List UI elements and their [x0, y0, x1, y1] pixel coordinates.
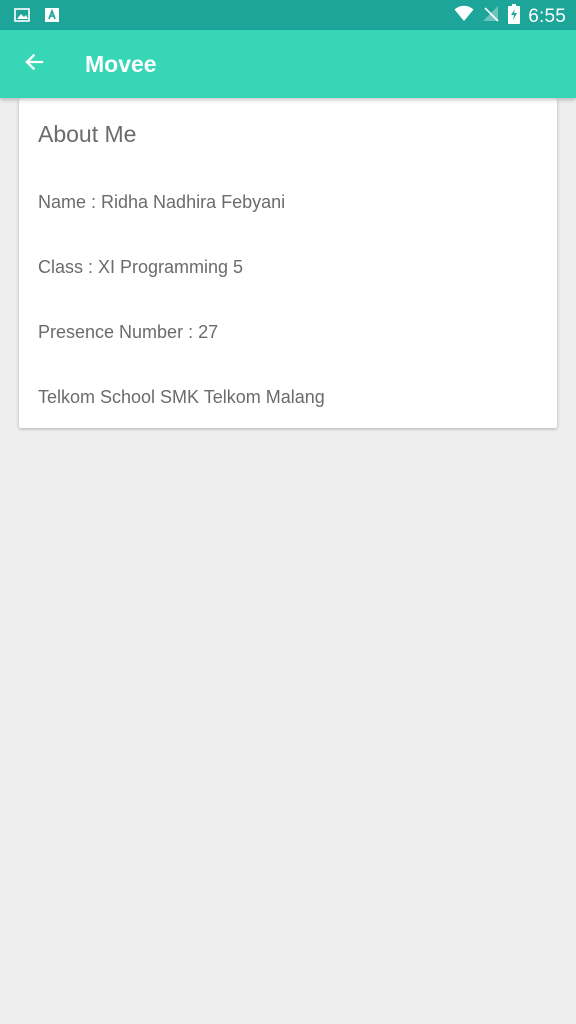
status-bar: 6:55 [0, 0, 576, 30]
school-text: Telkom School SMK Telkom Malang [38, 387, 325, 407]
back-button[interactable] [12, 42, 56, 86]
presence-number-text: Presence Number : 27 [38, 322, 219, 342]
app-title: Movee [85, 51, 157, 77]
wifi-icon [454, 5, 474, 28]
battery-charging-icon [508, 4, 521, 29]
card-title: About Me [38, 121, 137, 147]
status-notifications [14, 7, 60, 28]
name-text: Name : Ridha Nadhira Febyani [38, 192, 286, 212]
arrow-left-icon [24, 52, 44, 77]
no-signal-icon [482, 5, 500, 28]
status-system: 6:55 [454, 4, 566, 29]
image-icon [14, 7, 30, 28]
status-time: 6:55 [528, 5, 566, 27]
a-letter-icon [44, 7, 60, 28]
about-me-card: About Me Name : Ridha Nadhira Febyani Cl… [19, 98, 557, 428]
class-text: Class : XI Programming 5 [38, 257, 244, 277]
app-bar: Movee [0, 30, 576, 98]
